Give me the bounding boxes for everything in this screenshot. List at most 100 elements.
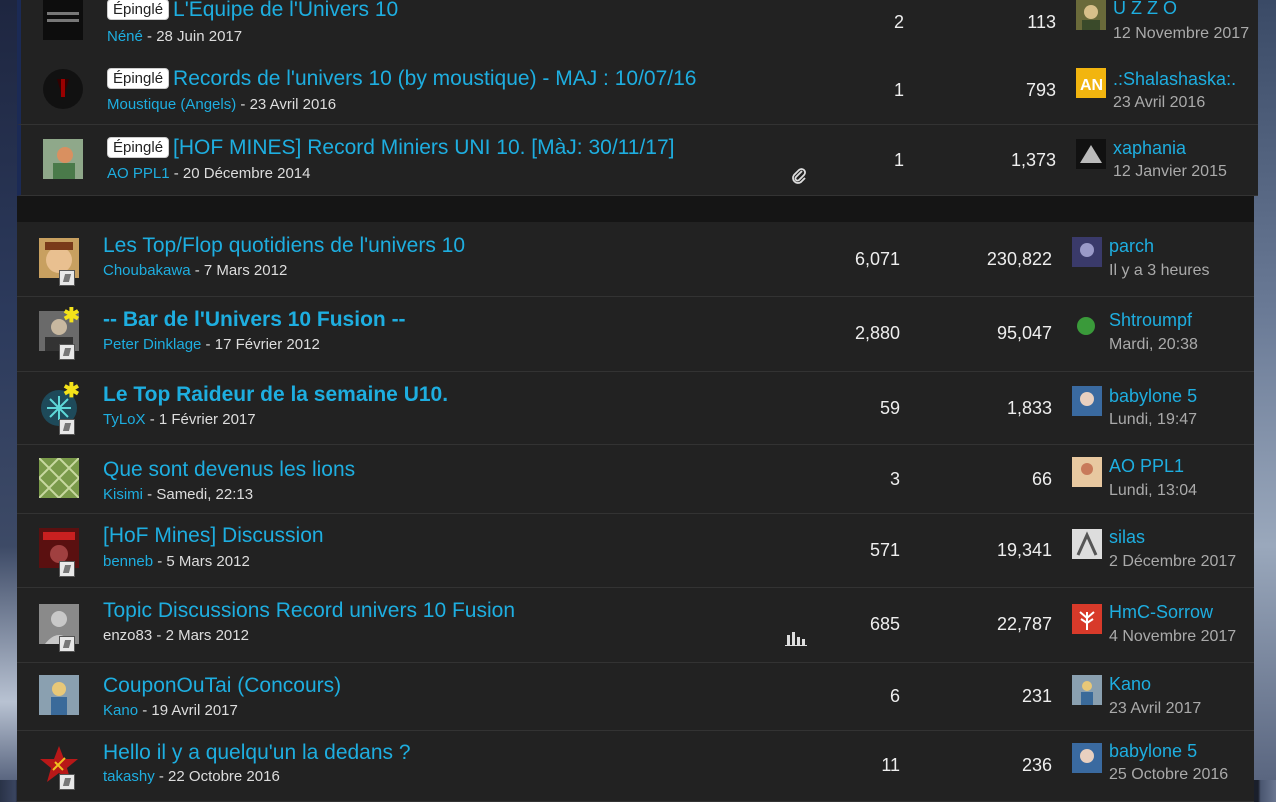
last-post-date[interactable]: 4 Novembre 2017 (1109, 628, 1236, 646)
sticky-badge: Épinglé (107, 68, 170, 89)
topic-date: 22 Octobre 2016 (168, 768, 280, 785)
author-link[interactable]: Kisimi (103, 486, 143, 503)
topic-title-link[interactable]: Records de l'univers 10 (by moustique) -… (173, 67, 696, 90)
topic-row[interactable]: ✱ -- Bar de l'Univers 10 Fusion -- Peter… (17, 297, 1254, 372)
avatar-image-icon (43, 69, 83, 109)
last-poster-link[interactable]: xaphania (1113, 138, 1186, 159)
last-poster-link[interactable]: Kano (1109, 674, 1151, 695)
view-count: 1,373 (1010, 150, 1056, 170)
author-link[interactable]: takashy (103, 768, 155, 785)
reply-count: 1 (893, 150, 904, 170)
author-avatar[interactable] (43, 139, 83, 179)
topic-row[interactable]: Les Top/Flop quotidiens de l'univers 10 … (17, 222, 1254, 297)
last-poster-avatar[interactable] (1072, 529, 1102, 559)
author-link[interactable]: Moustique (Angels) (107, 96, 236, 113)
author-avatar[interactable] (39, 675, 79, 715)
sticky-topic-row[interactable]: Épinglé [HOF MINES] Record Miniers UNI 10… (17, 125, 1258, 196)
topic-date: 5 Mars 2012 (166, 553, 250, 570)
author-avatar[interactable] (43, 0, 83, 40)
reply-count: 2,880 (854, 323, 900, 343)
author-link[interactable]: Néné (107, 28, 143, 45)
author-avatar[interactable] (37, 456, 81, 500)
last-post-date[interactable]: Lundi, 13:04 (1109, 482, 1197, 500)
topic-title[interactable]: Les Top/Flop quotidiens de l'univers 10 (103, 234, 465, 258)
view-count: 793 (1025, 80, 1056, 100)
avatar-image-icon (43, 139, 83, 179)
topic-status-icon (59, 344, 75, 360)
avatar-image-icon (37, 456, 81, 500)
topic-row[interactable]: Hello il y a quelqu'un la dedans ? takas… (17, 731, 1254, 802)
topic-meta: TyLoX - 1 Février 2017 (103, 411, 256, 428)
topic-title[interactable]: -- Bar de l'Univers 10 Fusion -- (103, 308, 406, 332)
last-post-date[interactable]: Mardi, 20:38 (1109, 336, 1198, 354)
author-link[interactable]: benneb (103, 553, 153, 570)
last-post-date[interactable]: Il y a 3 heures (1109, 262, 1210, 280)
last-post-date[interactable]: Lundi, 19:47 (1109, 411, 1197, 429)
topic-date: 2 Mars 2012 (165, 627, 249, 644)
topic-title[interactable]: Épinglé L'Equipe de l'Univers 10 (107, 0, 398, 22)
topic-title[interactable]: [HoF Mines] Discussion (103, 524, 324, 548)
topic-title[interactable]: Le Top Raideur de la semaine U10. (103, 383, 448, 407)
avatar-image-icon (43, 0, 83, 40)
last-poster-link[interactable]: Shtroumpf (1109, 310, 1192, 331)
last-post-date[interactable]: 12 Janvier 2015 (1113, 163, 1227, 181)
last-poster-avatar[interactable] (1072, 237, 1102, 267)
topic-title[interactable]: Que sont devenus les lions (103, 458, 355, 482)
new-posts-star-icon: ✱ (63, 380, 80, 402)
topic-row[interactable]: CouponOuTai (Concours) Kano - 19 Avril 2… (17, 663, 1254, 731)
last-poster-link[interactable]: silas (1109, 527, 1145, 548)
topic-status-icon (59, 636, 75, 652)
topic-title[interactable]: Épinglé [HOF MINES] Record Miniers UNI 10… (107, 136, 674, 160)
topic-date: 17 Février 2012 (214, 336, 320, 353)
topic-title[interactable]: Épinglé Records de l'univers 10 (by moust… (107, 67, 696, 91)
last-poster-avatar[interactable] (1076, 139, 1106, 169)
last-poster-link[interactable]: babylone 5 (1109, 386, 1197, 407)
topic-title[interactable]: Hello il y a quelqu'un la dedans ? (103, 741, 411, 765)
sticky-topic-row[interactable]: Épinglé L'Equipe de l'Univers 10 Néné - 2… (17, 0, 1258, 56)
last-post-date[interactable]: 23 Avril 2017 (1109, 700, 1201, 718)
new-posts-star-icon: ✱ (63, 305, 80, 327)
author-link[interactable]: TyLoX (103, 411, 146, 428)
author-avatar[interactable] (43, 69, 83, 109)
last-poster-link[interactable]: AO PPL1 (1109, 456, 1184, 477)
view-count: 66 (1031, 469, 1052, 489)
last-poster-link[interactable]: U Z Z O (1113, 0, 1177, 19)
reply-count: 6,071 (854, 249, 900, 269)
reply-count: 2 (893, 12, 904, 32)
last-post-date[interactable]: 25 Octobre 2016 (1109, 766, 1228, 784)
author-link[interactable]: enzo83 (103, 627, 152, 644)
author-link[interactable]: Peter Dinklage (103, 336, 201, 353)
last-poster-avatar[interactable]: AN (1076, 68, 1106, 98)
last-poster-link[interactable]: parch (1109, 236, 1154, 257)
last-poster-avatar[interactable] (1072, 310, 1102, 340)
last-poster-avatar[interactable] (1072, 457, 1102, 487)
last-poster-avatar[interactable] (1072, 675, 1102, 705)
author-link[interactable]: AO PPL1 (107, 165, 170, 182)
author-link[interactable]: Choubakawa (103, 262, 191, 279)
last-poster-avatar[interactable] (1076, 0, 1106, 30)
last-poster-avatar[interactable] (1072, 743, 1102, 773)
last-poster-link[interactable]: HmC-Sorrow (1109, 602, 1213, 623)
last-post-date[interactable]: 12 Novembre 2017 (1113, 25, 1249, 43)
last-post-date[interactable]: 2 Décembre 2017 (1109, 553, 1236, 571)
author-link[interactable]: Kano (103, 702, 138, 719)
sticky-topic-row[interactable]: Épinglé Records de l'univers 10 (by moust… (17, 55, 1258, 125)
topic-title[interactable]: CouponOuTai (Concours) (103, 674, 341, 698)
topic-meta: AO PPL1 - 20 Décembre 2014 (107, 165, 311, 182)
topic-row[interactable]: ✱ Le Top Raideur de la semaine U10. TyLo… (17, 372, 1254, 445)
last-post-date[interactable]: 23 Avril 2016 (1113, 94, 1205, 112)
section-separator (17, 196, 1254, 222)
topic-row[interactable]: Que sont devenus les lions Kisimi - Same… (17, 445, 1254, 514)
reply-count: 685 (869, 614, 900, 634)
last-poster-link[interactable]: babylone 5 (1109, 741, 1197, 762)
last-poster-avatar[interactable] (1072, 386, 1102, 416)
svg-text:AN: AN (1080, 77, 1103, 94)
topic-row[interactable]: [HoF Mines] Discussion benneb - 5 Mars 2… (17, 514, 1254, 588)
topic-title-link[interactable]: L'Equipe de l'Univers 10 (173, 0, 398, 21)
topic-list: Épinglé L'Equipe de l'Univers 10 Néné - 2… (17, 0, 1258, 802)
topic-row[interactable]: Topic Discussions Record univers 10 Fusi… (17, 588, 1254, 663)
last-poster-link[interactable]: .:Shalashaska:. (1113, 69, 1236, 90)
topic-title[interactable]: Topic Discussions Record univers 10 Fusi… (103, 599, 515, 623)
topic-title-link[interactable]: [HOF MINES] Record Miniers UNI 10. [MàJ:… (173, 136, 674, 159)
last-poster-avatar[interactable] (1072, 604, 1102, 634)
